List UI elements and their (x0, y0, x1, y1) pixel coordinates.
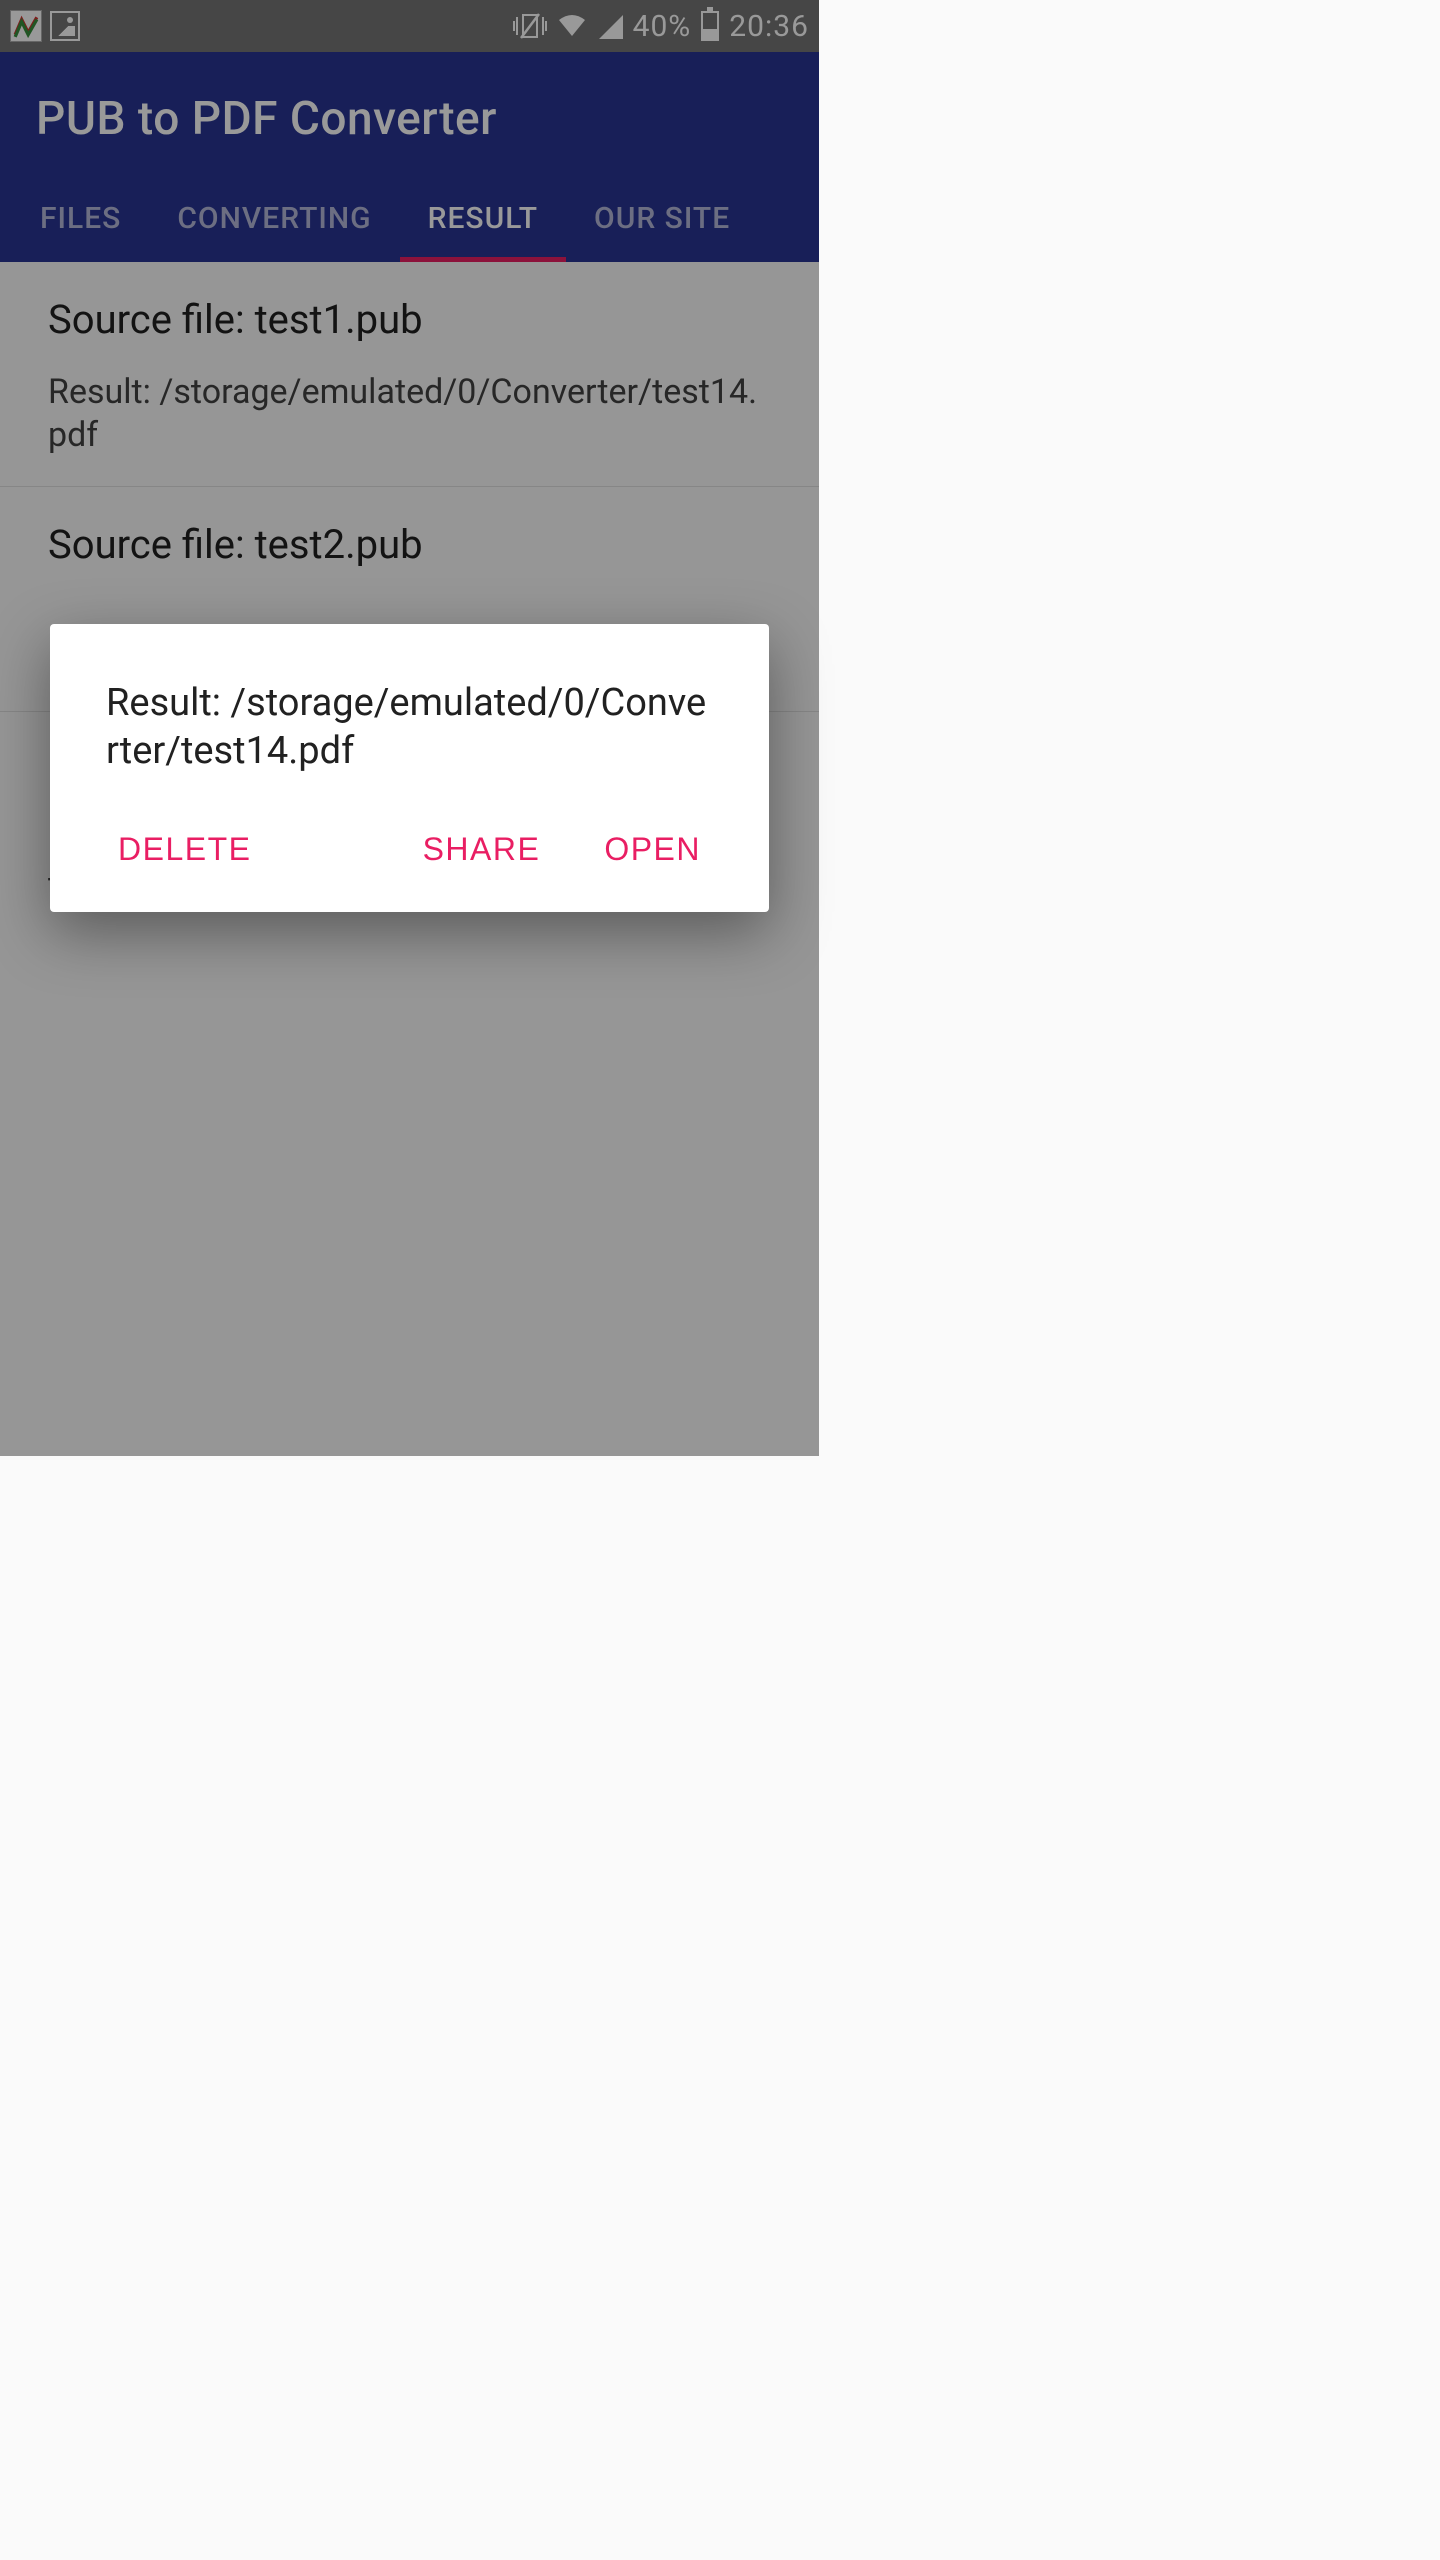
share-button[interactable]: SHARE (411, 815, 553, 884)
open-button[interactable]: OPEN (592, 815, 713, 884)
dialog-actions: DELETE SHARE OPEN (106, 815, 713, 884)
dialog-message: Result: /storage/emulated/0/Converter/te… (106, 680, 713, 775)
delete-button[interactable]: DELETE (106, 815, 263, 884)
result-action-dialog: Result: /storage/emulated/0/Converter/te… (50, 624, 769, 912)
